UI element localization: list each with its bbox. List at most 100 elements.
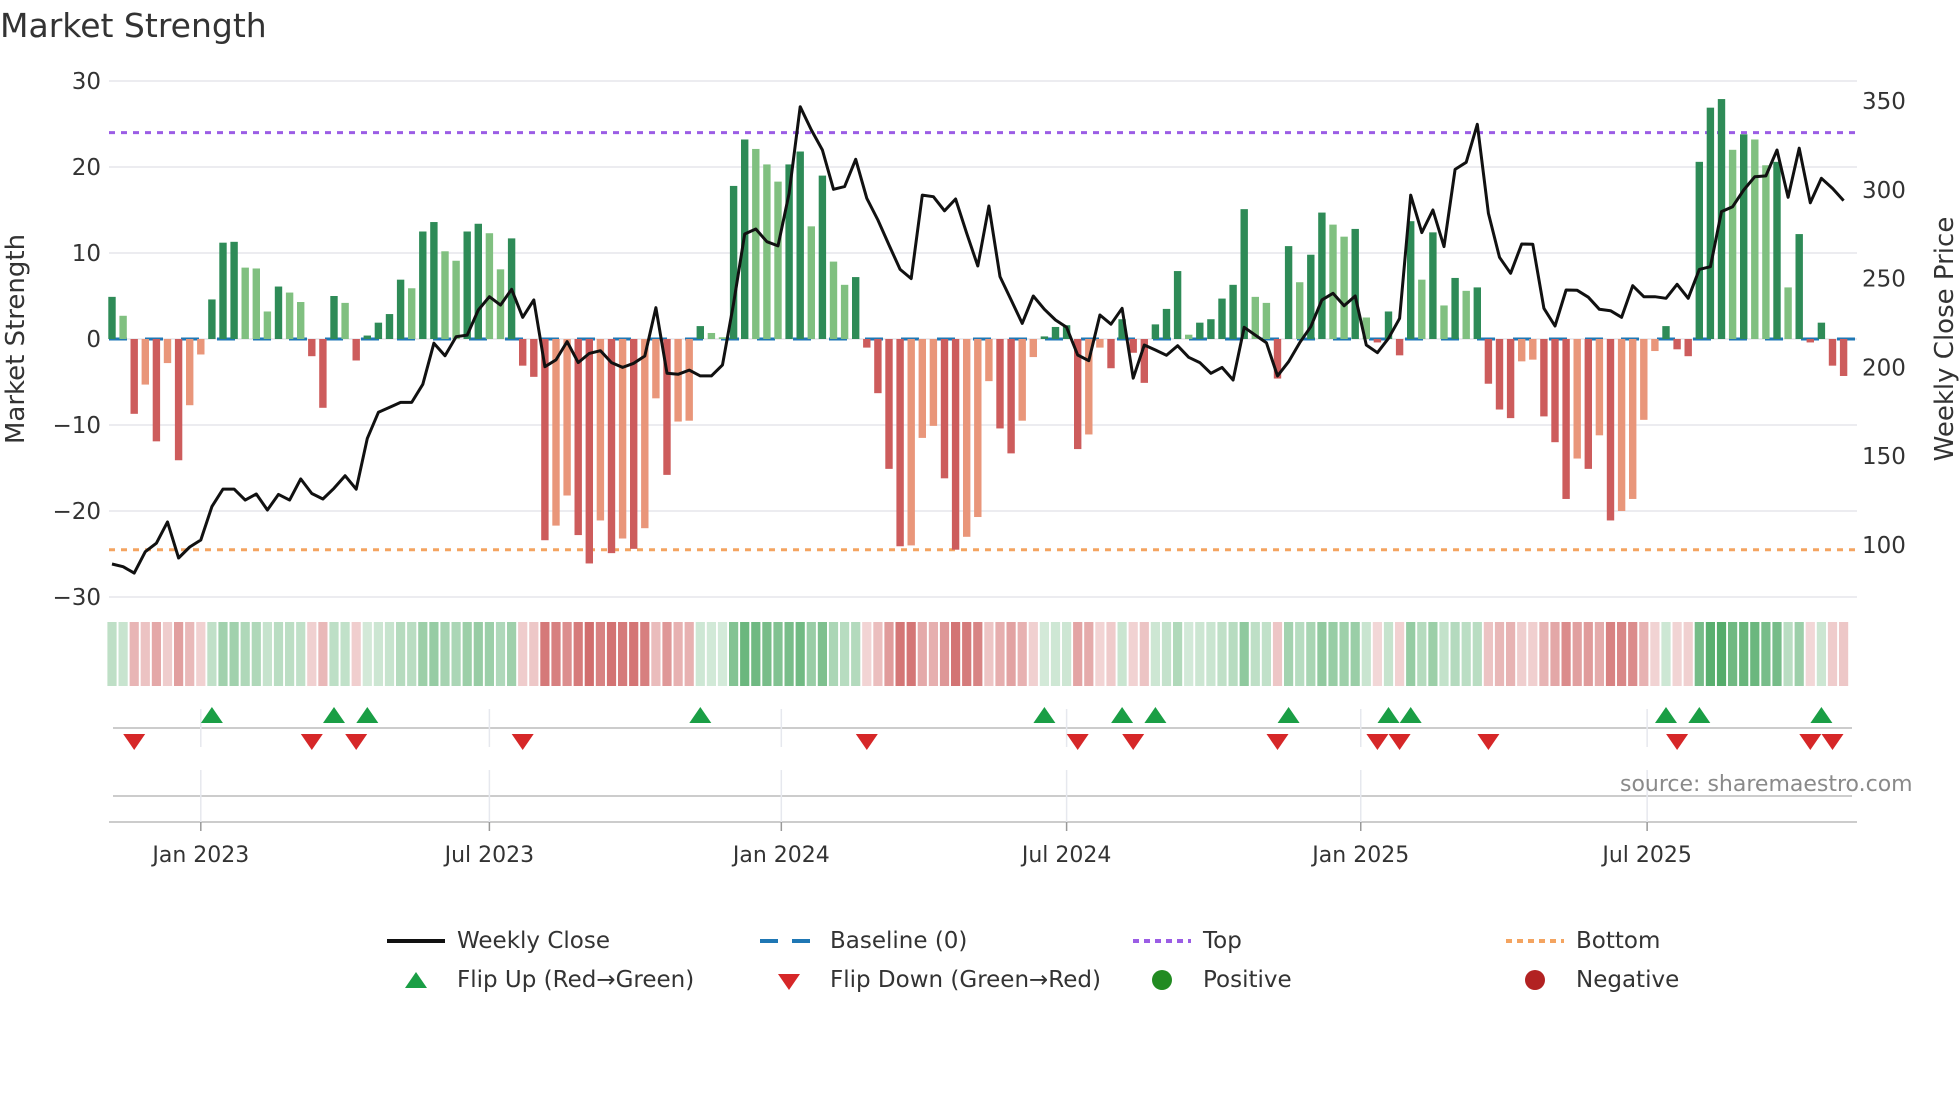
strength-bar — [197, 339, 205, 355]
strip-cell — [296, 622, 306, 686]
strength-bar — [829, 261, 838, 339]
strip-cell — [1239, 622, 1249, 686]
strength-bar — [163, 339, 172, 364]
legend-bottom[interactable]: Bottom — [1506, 926, 1660, 956]
strip-cell — [484, 622, 494, 686]
strength-bar — [263, 311, 272, 339]
strength-bar — [485, 233, 494, 339]
strip-cell — [1406, 622, 1416, 686]
strength-bar — [541, 339, 549, 541]
legend-negative[interactable]: Negative — [1506, 965, 1679, 995]
dotted-line-icon — [1133, 939, 1191, 943]
strength-bar — [1451, 277, 1459, 339]
strip-cell — [1217, 622, 1227, 686]
strip-cell — [1694, 622, 1704, 686]
strength-bar — [1506, 339, 1515, 419]
flip-up-marker — [1277, 707, 1300, 723]
flip-down-marker — [1388, 734, 1411, 750]
strip-cell — [151, 622, 161, 686]
y-tick-label: 10 — [72, 241, 101, 267]
strip-cell — [762, 622, 772, 686]
strip-cell — [584, 622, 594, 686]
strip-cell — [606, 622, 617, 686]
strip-cell — [1739, 622, 1749, 686]
strip-cell — [695, 622, 705, 686]
strip-cell — [1317, 622, 1327, 686]
market-strength-chart: 3020100−10−20−30350300250200150100Jan 20… — [1, 69, 1960, 868]
strip-cell — [1084, 622, 1094, 686]
strip-cell — [1250, 622, 1260, 686]
strength-heat-strip — [107, 622, 1849, 686]
strip-cell — [706, 622, 716, 686]
strength-bar — [985, 339, 993, 382]
strength-bar — [186, 339, 194, 406]
strip-cell — [895, 622, 905, 686]
y2-tick-label: 100 — [1862, 533, 1906, 559]
strip-cell — [1605, 622, 1616, 686]
strip-cell — [196, 622, 206, 686]
y2-tick-label: 200 — [1862, 355, 1906, 381]
strength-bar — [907, 339, 915, 546]
solid-line-icon — [387, 939, 445, 943]
strip-cell — [651, 622, 661, 686]
x-tick-label: Jan 2023 — [150, 843, 249, 868]
flip-up-marker — [323, 707, 345, 723]
legend-weekly-close[interactable]: Weekly Close — [387, 926, 610, 956]
strength-bar — [1617, 339, 1626, 511]
strength-bar — [1540, 339, 1548, 417]
flip-down-marker — [300, 734, 323, 750]
strength-bar — [1129, 339, 1137, 353]
strip-cell — [1006, 622, 1016, 686]
flip-down-marker — [1477, 734, 1500, 750]
strip-cell — [595, 622, 605, 686]
strip-cell — [1417, 622, 1427, 686]
strip-cell — [1661, 622, 1671, 686]
y-tick-label: −10 — [52, 413, 101, 439]
strength-bar — [763, 164, 771, 339]
strip-cell — [729, 622, 739, 686]
strip-cell — [140, 622, 150, 686]
strip-cell — [618, 622, 628, 686]
strength-bar — [840, 284, 849, 339]
strength-bar — [1673, 339, 1681, 350]
strength-bar — [1562, 339, 1570, 499]
strip-cell — [340, 622, 350, 686]
strip-cell — [906, 622, 916, 686]
strength-bar — [1318, 212, 1326, 339]
strength-bar — [630, 339, 638, 549]
legend-positive[interactable]: Positive — [1133, 965, 1292, 995]
flip-up-marker — [1655, 707, 1677, 723]
strip-cell — [795, 622, 805, 686]
legend-flip-down[interactable]: Flip Down (Green→Red) — [760, 965, 1101, 995]
strip-cell — [1728, 622, 1738, 686]
x-tick-label: Jul 2023 — [443, 843, 535, 868]
strength-bar — [1773, 161, 1781, 339]
strength-bar — [1817, 322, 1826, 339]
strip-cell — [562, 622, 572, 686]
strength-bar — [530, 339, 538, 377]
strip-cell — [407, 622, 417, 686]
strength-bar — [1839, 339, 1848, 376]
strip-cell — [573, 622, 583, 686]
strip-cell — [1139, 622, 1149, 686]
legend-baseline[interactable]: Baseline (0) — [760, 926, 967, 956]
strength-bar — [863, 339, 871, 348]
strength-bar — [1740, 134, 1748, 339]
strip-cell — [817, 622, 827, 686]
x-tick-label: Jul 2025 — [1600, 843, 1692, 868]
flip-down-marker — [1799, 734, 1822, 750]
strength-bar — [130, 339, 138, 414]
strip-cell — [518, 622, 528, 686]
strip-cell — [185, 622, 195, 686]
legend-top[interactable]: Top — [1133, 926, 1242, 956]
strength-bar — [796, 151, 804, 339]
legend-flip-up[interactable]: Flip Up (Red→Green) — [387, 965, 694, 995]
strip-cell — [973, 622, 983, 686]
strength-bar — [1229, 284, 1237, 339]
strength-bar — [1706, 107, 1715, 339]
strength-bar — [940, 339, 949, 479]
strength-bar — [1529, 339, 1537, 360]
strip-cell — [1617, 622, 1627, 686]
strip-cell — [118, 622, 128, 686]
strip-cell — [373, 622, 383, 686]
